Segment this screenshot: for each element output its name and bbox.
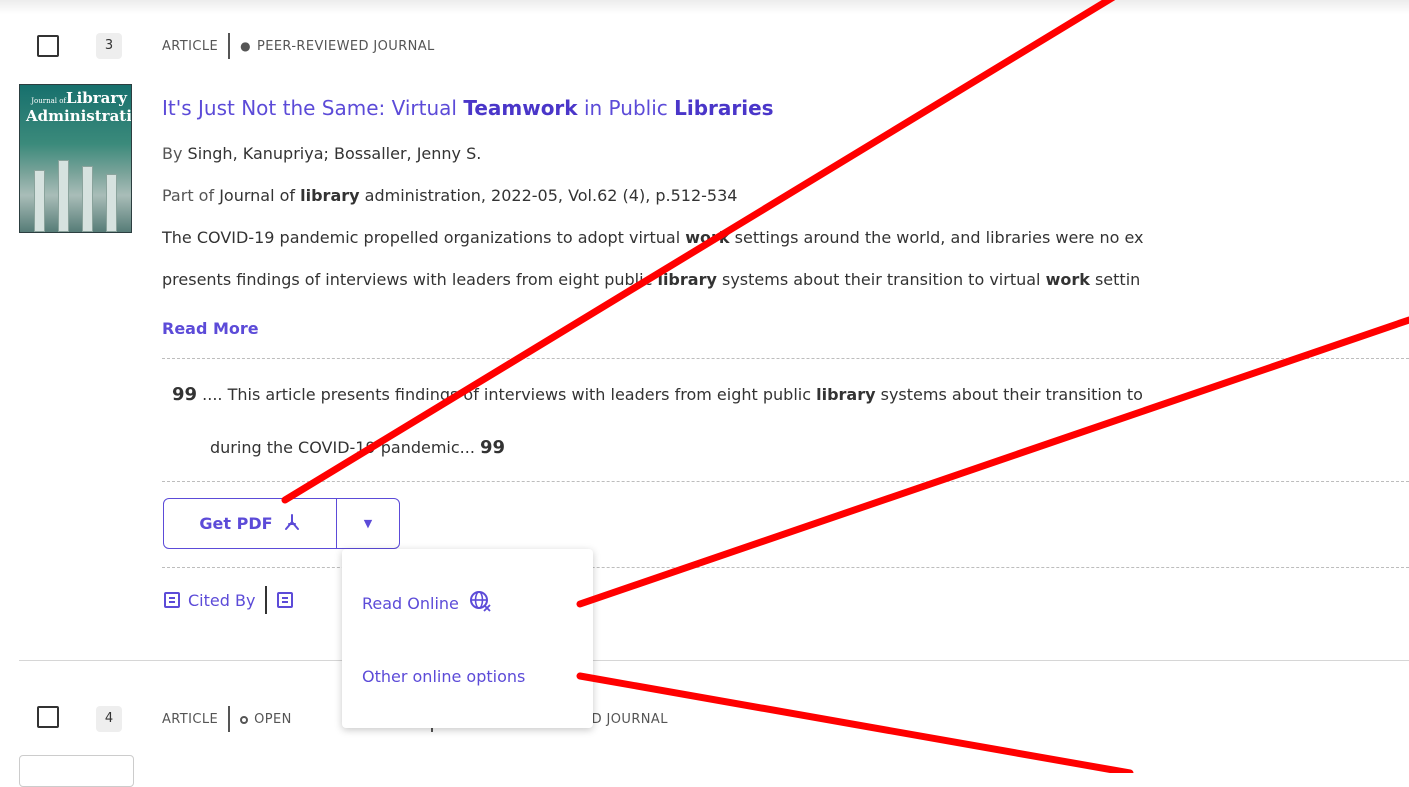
open-access-label: OPEN: [254, 711, 292, 727]
result-select-checkbox[interactable]: [37, 35, 59, 57]
cover-art: [34, 170, 45, 232]
annotation-arrow: [576, 316, 1409, 608]
annotation-arrow: [281, 0, 1116, 504]
divider: [162, 481, 1409, 482]
peer-reviewed-label: PEER-REVIEWED JOURNAL: [256, 38, 435, 54]
cited-by-link[interactable]: Cited By: [164, 586, 301, 614]
result-meta: ARTICLE ● PEER-REVIEWED JOURNAL: [162, 33, 435, 59]
top-shadow: [0, 0, 1409, 14]
authors-line: By Singh, Kanupriya; Bossaller, Jenny S.: [162, 144, 482, 163]
read-online-option[interactable]: Read Online: [362, 590, 491, 616]
snippet-line-2: during the COVID-19 pandemic... 99: [210, 437, 506, 458]
open-access-icon: [240, 716, 249, 724]
result-index: 3: [96, 33, 122, 59]
type-label: ARTICLE: [162, 38, 219, 54]
citation-icon: [164, 592, 180, 608]
journal-cover-thumbnail[interactable]: [19, 755, 134, 787]
result-title-link[interactable]: It's Just Not the Same: Virtual Teamwork…: [162, 96, 774, 120]
divider: [228, 33, 231, 59]
cover-title: Journal ofLibrary Administration: [26, 89, 132, 125]
get-pdf-button-group: Get PDF ▼: [163, 498, 400, 549]
result-meta: ARTICLE OPEN: [162, 706, 292, 732]
cover-art: [58, 160, 69, 232]
divider: [265, 586, 268, 614]
result-separator: [19, 660, 1409, 661]
source-line: Part of Journal of library administratio…: [162, 186, 738, 205]
quote-close-icon: 99: [480, 437, 506, 458]
divider: [162, 358, 1409, 359]
other-online-options[interactable]: Other online options: [362, 667, 525, 686]
read-more-link[interactable]: Read More: [162, 319, 259, 338]
cover-art: [82, 166, 93, 232]
result-index: 4: [96, 706, 122, 732]
pdf-options-dropdown: Read Online Other online options: [342, 549, 593, 728]
journal-cover-thumbnail[interactable]: Journal ofLibrary Administration: [19, 84, 132, 233]
pdf-icon: [283, 513, 301, 535]
snippet-line-1: 99 .... This article presents findings o…: [172, 384, 1143, 405]
divider: [228, 706, 231, 732]
eye-icon: ●: [240, 39, 251, 53]
citation-icon: [277, 592, 294, 608]
caret-down-icon[interactable]: ▼: [337, 499, 399, 548]
get-pdf-button[interactable]: Get PDF: [164, 499, 337, 548]
result-select-checkbox[interactable]: [37, 706, 59, 728]
quote-open-icon: 99: [172, 384, 198, 405]
authors[interactable]: Singh, Kanupriya; Bossaller, Jenny S.: [188, 144, 482, 163]
type-label: ARTICLE: [162, 711, 219, 727]
abstract-line-1: The COVID-19 pandemic propelled organiza…: [162, 228, 1144, 247]
globe-icon: [469, 590, 491, 616]
abstract-line-2: presents findings of interviews with lea…: [162, 270, 1141, 289]
cover-art: [106, 174, 117, 232]
peer-reviewed-label: ED JOURNAL: [583, 711, 668, 727]
